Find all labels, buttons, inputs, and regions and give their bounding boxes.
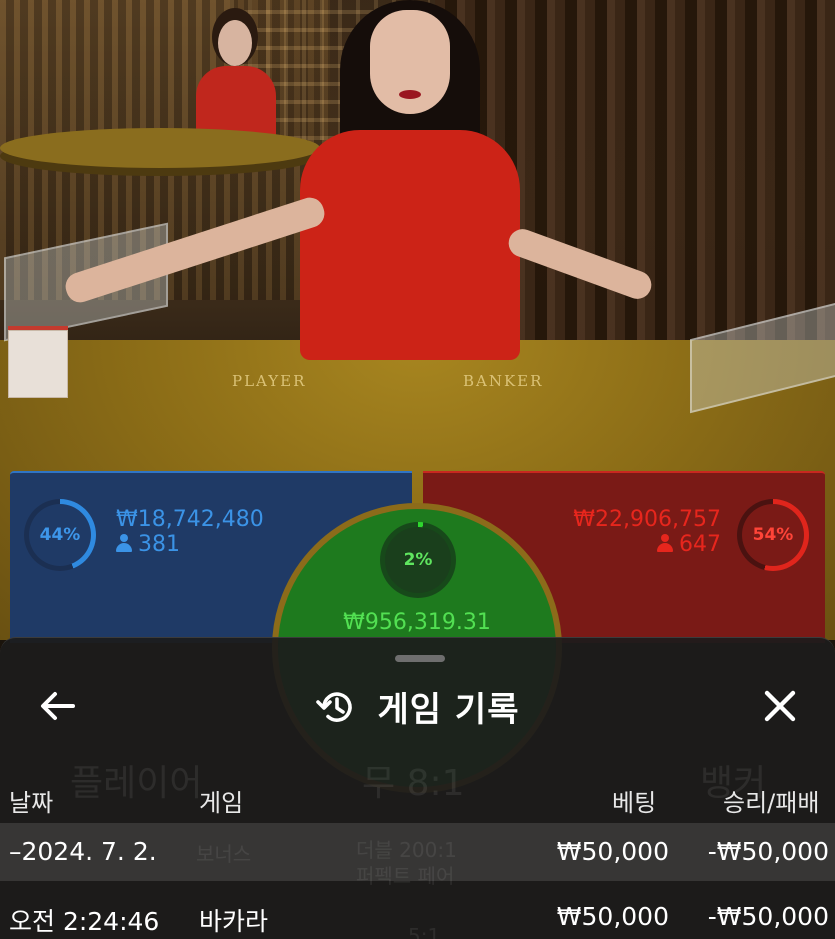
row-result: -₩50,000 bbox=[707, 902, 829, 931]
player-bettor-count: 381 bbox=[138, 532, 180, 557]
page-title: 게임 기록 bbox=[377, 690, 520, 730]
row-date: 오전 2:24:46 bbox=[9, 907, 160, 936]
background-dealer bbox=[196, 20, 276, 140]
player-bet-amount: ₩18,742,480 bbox=[116, 507, 264, 532]
card-stack bbox=[8, 330, 68, 398]
background-table bbox=[0, 128, 320, 168]
history-row[interactable]: –2024. 7. 2. ₩50,000 -₩50,000 bbox=[0, 823, 835, 881]
player-percent-ring: 44% bbox=[24, 499, 96, 571]
history-row[interactable]: 오전 2:24:46 바카라 ₩50,000 -₩50,000 bbox=[0, 888, 835, 939]
tie-bet-amount: ₩956,319.31 bbox=[343, 610, 491, 635]
tie-percent: 2% bbox=[385, 527, 451, 593]
user-icon bbox=[657, 534, 673, 552]
history-clock-icon bbox=[315, 691, 352, 722]
banker-percent-ring: 54% bbox=[737, 499, 809, 571]
close-icon bbox=[764, 690, 796, 722]
banker-stats: ₩22,906,757 647 bbox=[573, 507, 721, 557]
dealer bbox=[290, 0, 530, 360]
player-stats: ₩18,742,480 381 bbox=[116, 507, 264, 557]
row-result: -₩50,000 bbox=[707, 837, 829, 866]
row-date: –2024. 7. 2. bbox=[9, 837, 157, 866]
tie-percent-ring: 2% bbox=[380, 522, 456, 598]
column-header-game: 게임 bbox=[199, 789, 244, 817]
banker-bettor-count: 647 bbox=[679, 532, 721, 557]
close-button[interactable] bbox=[752, 684, 808, 728]
column-header-date: 날짜 bbox=[9, 789, 54, 817]
table-label-banker: BANKER bbox=[463, 372, 544, 390]
background-label-tie: 무 8:1 bbox=[362, 763, 465, 804]
table-label-player: PLAYER bbox=[232, 372, 307, 390]
sheet-drag-handle[interactable] bbox=[395, 655, 445, 662]
column-header-bet: 베팅 bbox=[612, 789, 657, 817]
row-game: 바카라 bbox=[199, 907, 269, 936]
banker-bet-amount: ₩22,906,757 bbox=[573, 507, 721, 532]
player-percent: 44% bbox=[29, 504, 91, 566]
banker-percent: 54% bbox=[742, 504, 804, 566]
user-icon bbox=[116, 534, 132, 552]
row-bet: ₩50,000 bbox=[556, 837, 669, 866]
sheet-header: 게임 기록 bbox=[0, 682, 835, 731]
row-bet: ₩50,000 bbox=[556, 902, 669, 931]
game-history-sheet: 플레이어 무 8:1 뱅커 더블 200:1 퍼펙트 페어 보너스 5:1 게임… bbox=[0, 637, 835, 939]
column-header-result: 승리/패배 bbox=[723, 789, 820, 817]
background-label-player: 플레이어 bbox=[70, 763, 203, 804]
